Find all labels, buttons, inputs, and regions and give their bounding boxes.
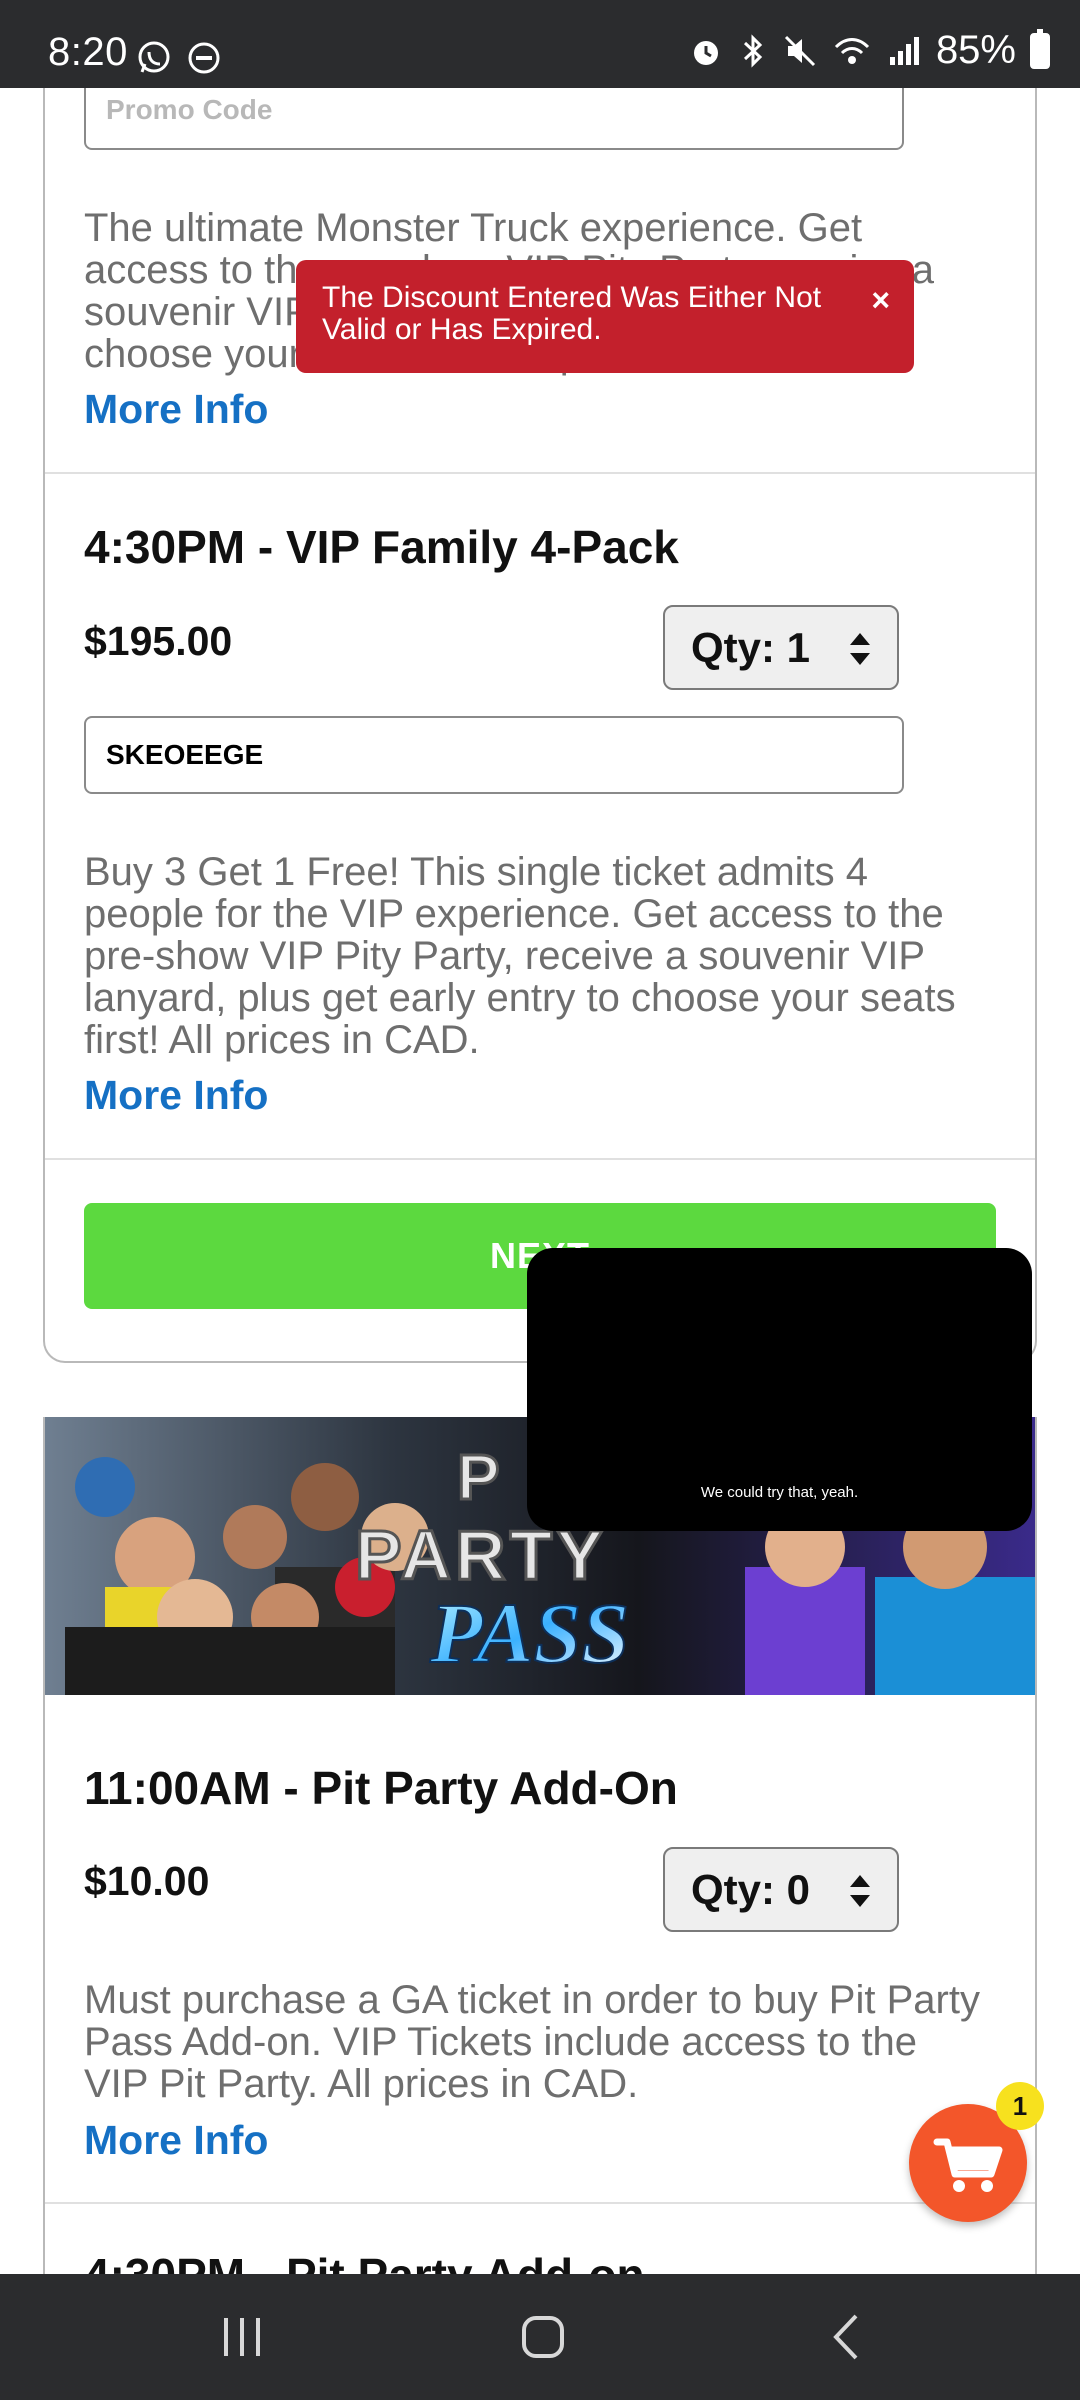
more-info-link[interactable]: More Info [84, 386, 268, 433]
signal-icon [889, 36, 919, 65]
promo-code-value: SKEOEEGE [106, 739, 264, 770]
ticket-price: $195.00 [84, 618, 233, 664]
divider [45, 2202, 1035, 2204]
error-toast: The Discount Entered Was Either Not Vali… [296, 260, 914, 373]
dnd-icon [188, 42, 220, 74]
ticket-title: 11:00AM - Pit Party Add-On [84, 1762, 678, 1814]
system-nav-bar [0, 2274, 1080, 2400]
promo-placeholder: Promo Code [106, 94, 273, 125]
quantity-value: Qty: 1 [691, 623, 811, 671]
banner-text-p: P [457, 1441, 500, 1513]
divider [45, 1158, 1035, 1160]
promo-code-input[interactable]: SKEOEEGE [84, 716, 904, 794]
divider [45, 472, 1035, 474]
pit-description: Must purchase a GA ticket in order to bu… [84, 1978, 980, 2106]
more-info-link[interactable]: More Info [84, 2117, 268, 2164]
select-arrows-icon [850, 633, 870, 665]
ticket-price: $10.00 [84, 1858, 210, 1904]
status-bar: 8:20 85% [0, 0, 1080, 88]
toast-close-button[interactable]: × [871, 284, 890, 316]
battery-percent: 85% [935, 28, 1016, 72]
video-caption: We could try that, yeah. [700, 1484, 859, 1501]
battery-icon [1030, 28, 1050, 69]
quantity-select[interactable]: Qty: 0 [663, 1847, 899, 1932]
screen: Promo Code The ultimate Monster Truck ex… [0, 0, 1080, 2400]
status-left-icons [136, 40, 222, 76]
select-arrows-icon [850, 1875, 870, 1907]
cart-count-badge: 1 [996, 2082, 1044, 2130]
mute-icon [784, 35, 815, 66]
quantity-select[interactable]: Qty: 1 [663, 605, 899, 690]
status-right-icons: 85% [688, 28, 1050, 73]
alarm-icon [693, 40, 718, 65]
toast-message: The Discount Entered Was Either Not Vali… [322, 281, 822, 346]
banner-text-pass: PASS [429, 1585, 629, 1681]
recent-apps-icon[interactable] [220, 2312, 264, 2362]
back-icon[interactable] [826, 2312, 866, 2362]
status-time: 8:20 [48, 30, 128, 74]
home-icon[interactable] [518, 2312, 568, 2362]
ticket-title: 4:30PM - VIP Family 4-Pack [84, 521, 679, 573]
family-description: Buy 3 Get 1 Free! This single ticket adm… [84, 850, 956, 1062]
more-info-link[interactable]: More Info [84, 1072, 268, 1119]
wifi-icon [834, 37, 869, 64]
whatsapp-icon [138, 41, 170, 73]
video-overlay[interactable]: We could try that, yeah. [527, 1248, 1032, 1531]
bluetooth-icon [743, 33, 763, 68]
quantity-value: Qty: 0 [691, 1865, 811, 1913]
